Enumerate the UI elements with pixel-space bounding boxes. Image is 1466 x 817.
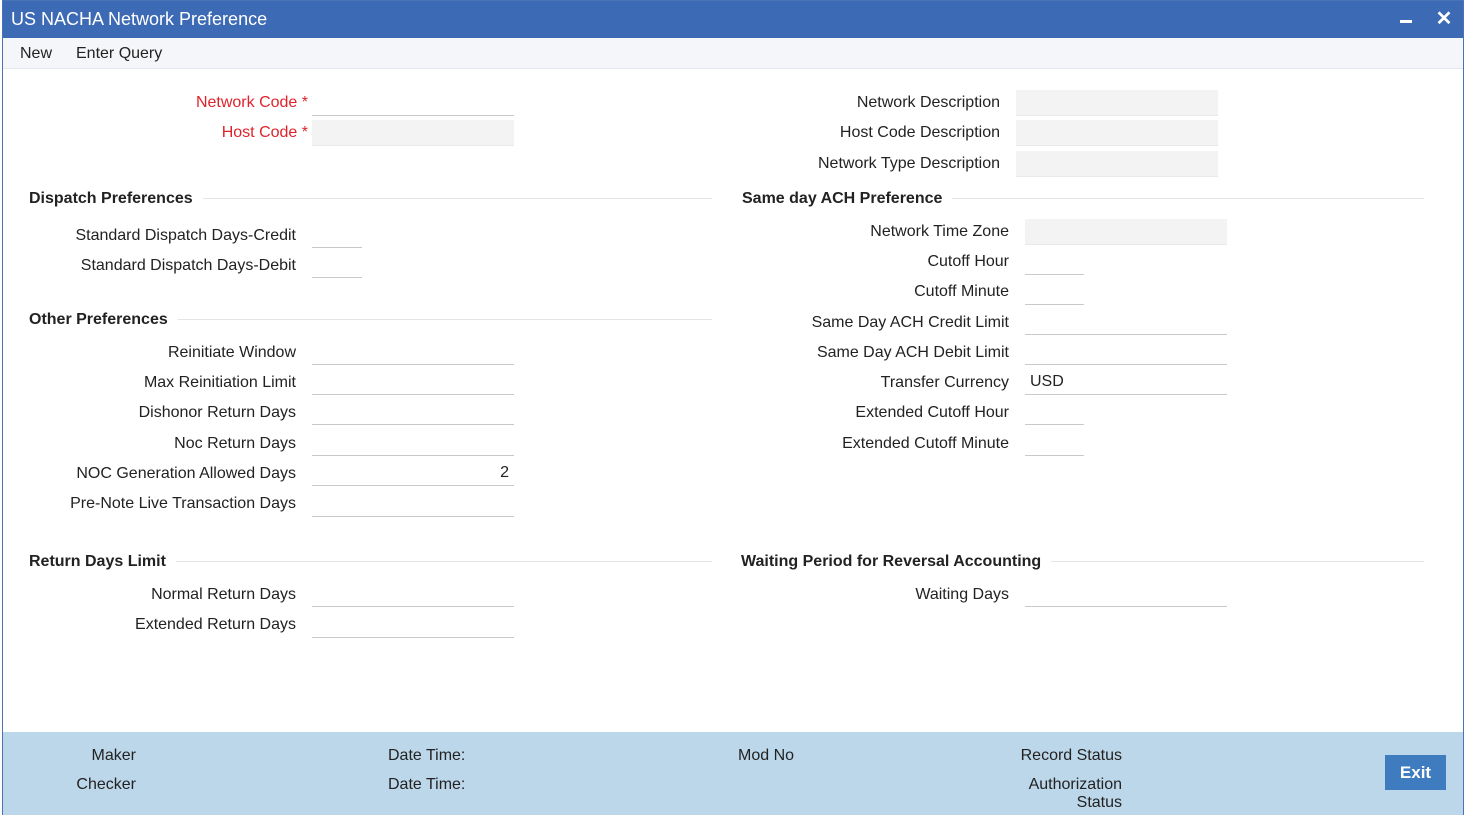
maker-label: Maker: [91, 747, 136, 764]
dispatch-preferences-title: Dispatch Preferences: [29, 190, 203, 208]
network-code-label: Network Code *: [196, 94, 308, 112]
noc-generation-allowed-days-input[interactable]: [312, 460, 514, 486]
cutoff-hour-label: Cutoff Hour: [927, 253, 1009, 270]
dishonor-return-days-input[interactable]: [312, 399, 514, 425]
exit-button[interactable]: Exit: [1385, 755, 1446, 790]
record-status-label: Record Status: [1020, 747, 1122, 764]
cutoff-minute-label: Cutoff Minute: [914, 283, 1009, 300]
main-window: US NACHA Network Preference ✕ New Enter …: [2, 0, 1464, 815]
network-description-input[interactable]: [1016, 90, 1218, 116]
host-code-label-text: Host Code: [221, 124, 298, 141]
credit-limit-input[interactable]: [1025, 309, 1227, 335]
prenote-live-days-input[interactable]: [312, 491, 514, 517]
transfer-currency-input[interactable]: [1025, 369, 1227, 395]
dishonor-return-days-label: Dishonor Return Days: [138, 404, 296, 421]
max-reinitiation-limit-label: Max Reinitiation Limit: [143, 374, 296, 391]
menu-enter-query[interactable]: Enter Query: [76, 45, 162, 63]
extended-return-days-label: Extended Return Days: [135, 616, 296, 633]
host-code-description-input[interactable]: [1016, 120, 1218, 146]
authorization-label: Authorization: [1028, 776, 1122, 793]
maker-date-time-label: Date Time:: [388, 747, 466, 764]
checker-date-time-label: Date Time:: [388, 776, 466, 793]
required-marker: *: [301, 94, 308, 111]
waiting-days-label: Waiting Days: [915, 586, 1009, 603]
network-time-zone-input[interactable]: [1025, 219, 1227, 245]
normal-return-days-input[interactable]: [312, 581, 514, 607]
authorization-status-label: Status: [1076, 794, 1122, 811]
cutoff-minute-input[interactable]: [1025, 279, 1084, 305]
cutoff-hour-input[interactable]: [1025, 249, 1084, 275]
normal-return-days-label: Normal Return Days: [151, 586, 296, 603]
menu-bar: New Enter Query: [3, 38, 1463, 69]
extended-cutoff-hour-label: Extended Cutoff Hour: [855, 404, 1009, 421]
dispatch-credit-label: Standard Dispatch Days-Credit: [75, 227, 296, 244]
network-time-zone-label: Network Time Zone: [870, 223, 1009, 240]
same-day-ach-title: Same day ACH Preference: [742, 190, 953, 208]
network-code-label-text: Network Code: [195, 94, 298, 111]
noc-generation-allowed-days-label: NOC Generation Allowed Days: [76, 465, 296, 482]
transfer-currency-label: Transfer Currency: [880, 374, 1009, 391]
other-preferences-title: Other Preferences: [29, 311, 178, 329]
window-title: US NACHA Network Preference: [11, 9, 268, 29]
waiting-days-input[interactable]: [1025, 581, 1227, 607]
host-code-input[interactable]: [312, 120, 514, 146]
close-icon[interactable]: ✕: [1431, 6, 1457, 32]
noc-return-days-label: Noc Return Days: [174, 435, 296, 452]
network-type-description-input[interactable]: [1016, 151, 1218, 177]
extended-cutoff-minute-input[interactable]: [1025, 430, 1084, 456]
menu-new[interactable]: New: [20, 45, 52, 63]
host-code-description-label: Host Code Description: [839, 124, 1000, 141]
dispatch-credit-input[interactable]: [312, 222, 362, 248]
debit-limit-input[interactable]: [1025, 339, 1227, 365]
reinitiate-window-input[interactable]: [312, 339, 514, 365]
mod-no-label: Mod No: [738, 747, 795, 764]
network-description-label: Network Description: [856, 94, 1000, 111]
extended-return-days-input[interactable]: [312, 612, 514, 638]
return-days-limit-title: Return Days Limit: [29, 553, 176, 571]
prenote-live-days-label: Pre-Note Live Transaction Days: [70, 495, 296, 512]
waiting-period-title: Waiting Period for Reversal Accounting: [741, 553, 1052, 571]
title-bar: US NACHA Network Preference ✕: [3, 1, 1463, 38]
audit-footer: Maker Checker Date Time: Date Time: Mod …: [3, 732, 1463, 815]
credit-limit-label: Same Day ACH Credit Limit: [811, 314, 1009, 331]
checker-label: Checker: [76, 776, 136, 793]
noc-return-days-input[interactable]: [312, 430, 514, 456]
max-reinitiation-limit-input[interactable]: [312, 369, 514, 395]
dispatch-debit-label: Standard Dispatch Days-Debit: [80, 257, 296, 274]
extended-cutoff-minute-label: Extended Cutoff Minute: [842, 435, 1009, 452]
dispatch-debit-input[interactable]: [312, 252, 362, 278]
reinitiate-window-label: Reinitiate Window: [167, 344, 296, 361]
host-code-label: Host Code *: [222, 124, 308, 142]
network-type-description-label: Network Type Description: [818, 155, 1000, 172]
minimize-icon[interactable]: [1393, 6, 1419, 32]
debit-limit-label: Same Day ACH Debit Limit: [816, 344, 1009, 361]
network-code-input[interactable]: [312, 90, 514, 116]
extended-cutoff-hour-input[interactable]: [1025, 399, 1084, 425]
required-marker: *: [301, 124, 308, 141]
